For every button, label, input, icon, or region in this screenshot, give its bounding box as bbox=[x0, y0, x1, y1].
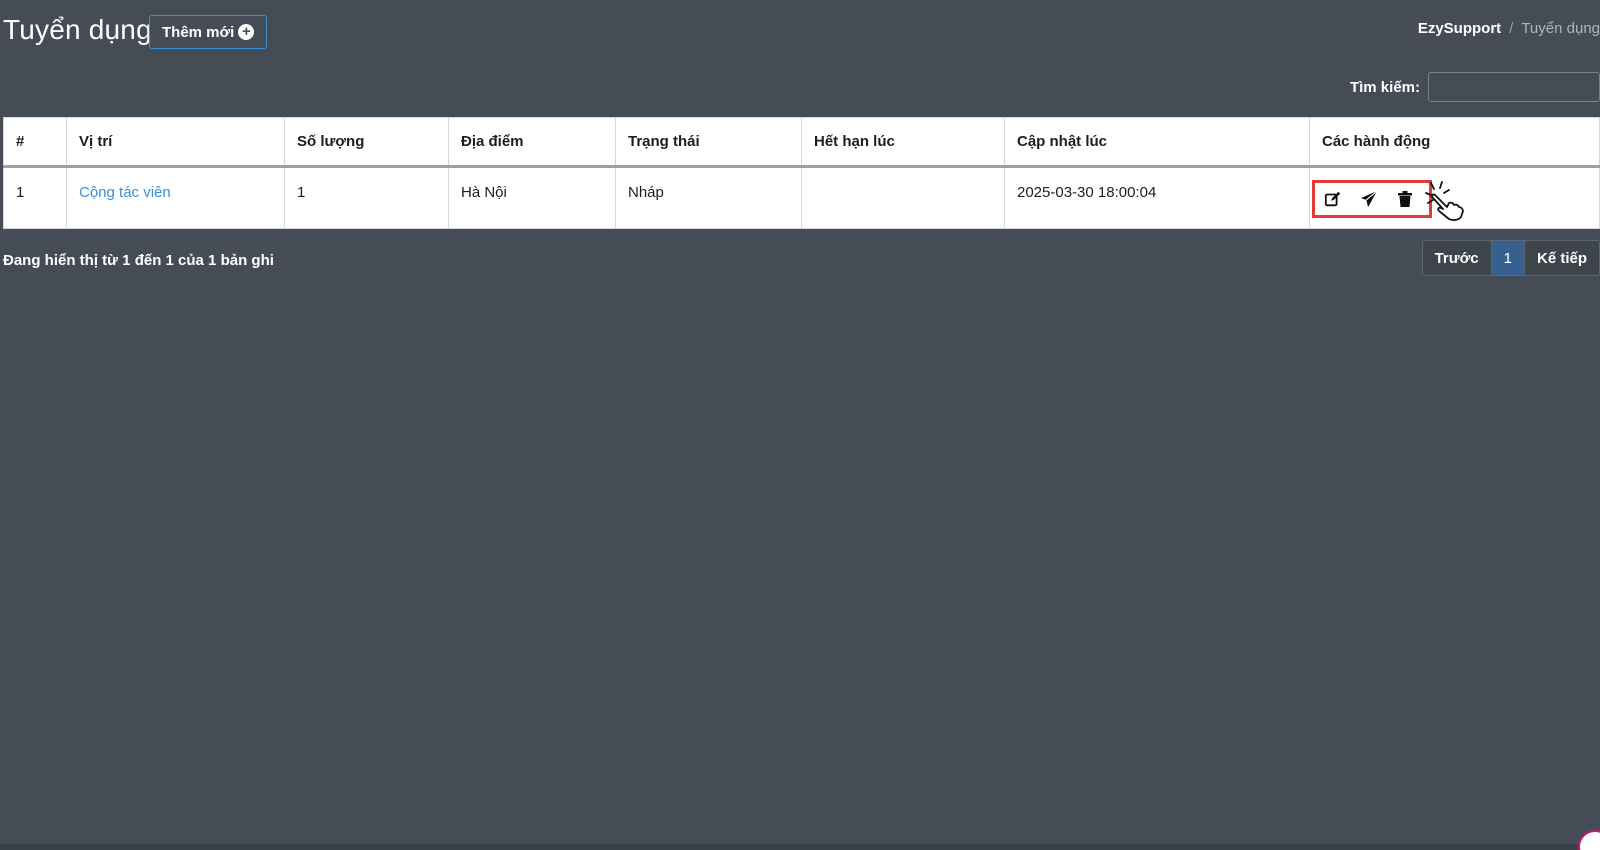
add-new-label: Thêm mới bbox=[162, 23, 235, 41]
cell-updated: 2025-03-30 18:00:04 bbox=[1004, 166, 1310, 229]
breadcrumb-home[interactable]: EzySupport bbox=[1418, 20, 1501, 37]
pagination-prev[interactable]: Trước bbox=[1422, 241, 1491, 275]
breadcrumb-current: Tuyển dụng bbox=[1521, 20, 1600, 37]
search-box: Tìm kiếm: bbox=[1350, 72, 1600, 102]
pagination-next[interactable]: Kế tiếp bbox=[1523, 241, 1599, 275]
cell-actions bbox=[1309, 166, 1600, 229]
column-header-location[interactable]: Địa điểm bbox=[448, 117, 616, 168]
trash-icon[interactable] bbox=[1395, 189, 1415, 209]
column-header-index[interactable]: # bbox=[3, 117, 67, 168]
table-info: Đang hiển thị từ 1 đến 1 của 1 bản ghi bbox=[3, 252, 274, 269]
breadcrumb-separator: / bbox=[1509, 20, 1514, 37]
cell-location: Hà Nội bbox=[448, 166, 616, 229]
recruitment-table: # Vị trí Số lượng Địa điểm Trạng thái Hế… bbox=[3, 117, 1600, 229]
cell-expires bbox=[801, 166, 1005, 229]
table-header-row: # Vị trí Số lượng Địa điểm Trạng thái Hế… bbox=[3, 117, 1600, 168]
cell-status: Nháp bbox=[615, 166, 802, 229]
add-new-button[interactable]: Thêm mới + bbox=[149, 15, 268, 49]
plus-circle-icon: + bbox=[238, 24, 255, 40]
cell-index: 1 bbox=[3, 166, 67, 229]
column-header-actions: Các hành động bbox=[1309, 117, 1600, 168]
column-header-quantity[interactable]: Số lượng bbox=[284, 117, 449, 168]
position-link[interactable]: Cộng tác viên bbox=[79, 184, 171, 201]
cell-position: Cộng tác viên bbox=[66, 166, 285, 229]
column-header-status[interactable]: Trạng thái bbox=[615, 117, 802, 168]
search-label: Tìm kiếm: bbox=[1349, 78, 1420, 96]
pointer-hand-icon bbox=[1425, 181, 1469, 225]
table-row: 1 Cộng tác viên 1 Hà Nội Nháp 2025-03-30… bbox=[3, 166, 1600, 229]
actions-highlight bbox=[1312, 180, 1464, 221]
send-icon[interactable] bbox=[1359, 189, 1379, 209]
pagination: Trước 1 Kế tiếp bbox=[1421, 240, 1600, 276]
breadcrumb: EzySupport / Tuyển dụng bbox=[1418, 20, 1600, 37]
bottom-bar bbox=[0, 844, 1600, 850]
column-header-updated[interactable]: Cập nhật lúc bbox=[1004, 117, 1310, 168]
edit-icon[interactable] bbox=[1323, 189, 1343, 209]
search-input[interactable] bbox=[1428, 72, 1600, 102]
recruitment-page: Tuyển dụng Thêm mới + EzySupport / Tuyển… bbox=[0, 0, 1600, 850]
page-title: Tuyển dụng bbox=[3, 14, 152, 45]
column-header-expires[interactable]: Hết hạn lúc bbox=[801, 117, 1005, 168]
cell-quantity: 1 bbox=[284, 166, 449, 229]
pagination-page-1[interactable]: 1 bbox=[1490, 241, 1524, 275]
chat-widget-icon[interactable] bbox=[1578, 830, 1600, 850]
column-header-position[interactable]: Vị trí bbox=[66, 117, 285, 168]
